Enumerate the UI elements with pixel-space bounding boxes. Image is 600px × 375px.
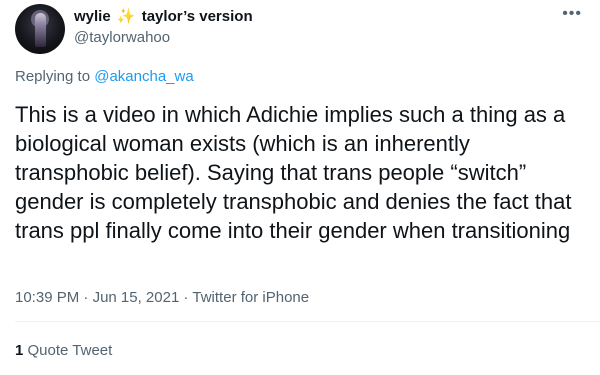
meta-separator-2: · <box>183 289 189 306</box>
display-name-first: wylie <box>74 8 111 25</box>
quote-label: Quote Tweet <box>27 342 113 359</box>
avatar-figure <box>35 13 46 47</box>
display-name[interactable]: wylie ✨ taylor’s version <box>74 7 253 27</box>
avatar[interactable] <box>15 4 65 54</box>
quote-count: 1 <box>15 342 24 359</box>
quote-tweets-stat[interactable]: 1 Quote Tweet <box>15 341 112 361</box>
tweet-source[interactable]: Twitter for iPhone <box>192 289 309 306</box>
tweet-meta: 10:39 PM · Jun 15, 2021 · Twitter for iP… <box>15 288 309 308</box>
more-options-icon[interactable]: ••• <box>562 6 582 22</box>
sparkle-icon: ✨ <box>116 8 136 25</box>
replying-to-mention[interactable]: @akancha_wa <box>94 68 193 85</box>
divider <box>15 321 600 322</box>
tweet-date[interactable]: Jun 15, 2021 <box>93 289 180 306</box>
tweet-text: This is a video in which Adichie implies… <box>15 102 572 243</box>
display-name-second: taylor’s version <box>141 8 253 25</box>
tweet-time[interactable]: 10:39 PM <box>15 289 79 306</box>
tweet: wylie ✨ taylor’s version @taylorwahoo ••… <box>0 0 600 375</box>
meta-separator: · <box>83 289 89 306</box>
replying-to-label: Replying to <box>15 68 91 85</box>
replying-to: Replying to @akancha_wa <box>15 67 194 87</box>
user-handle[interactable]: @taylorwahoo <box>74 28 170 48</box>
